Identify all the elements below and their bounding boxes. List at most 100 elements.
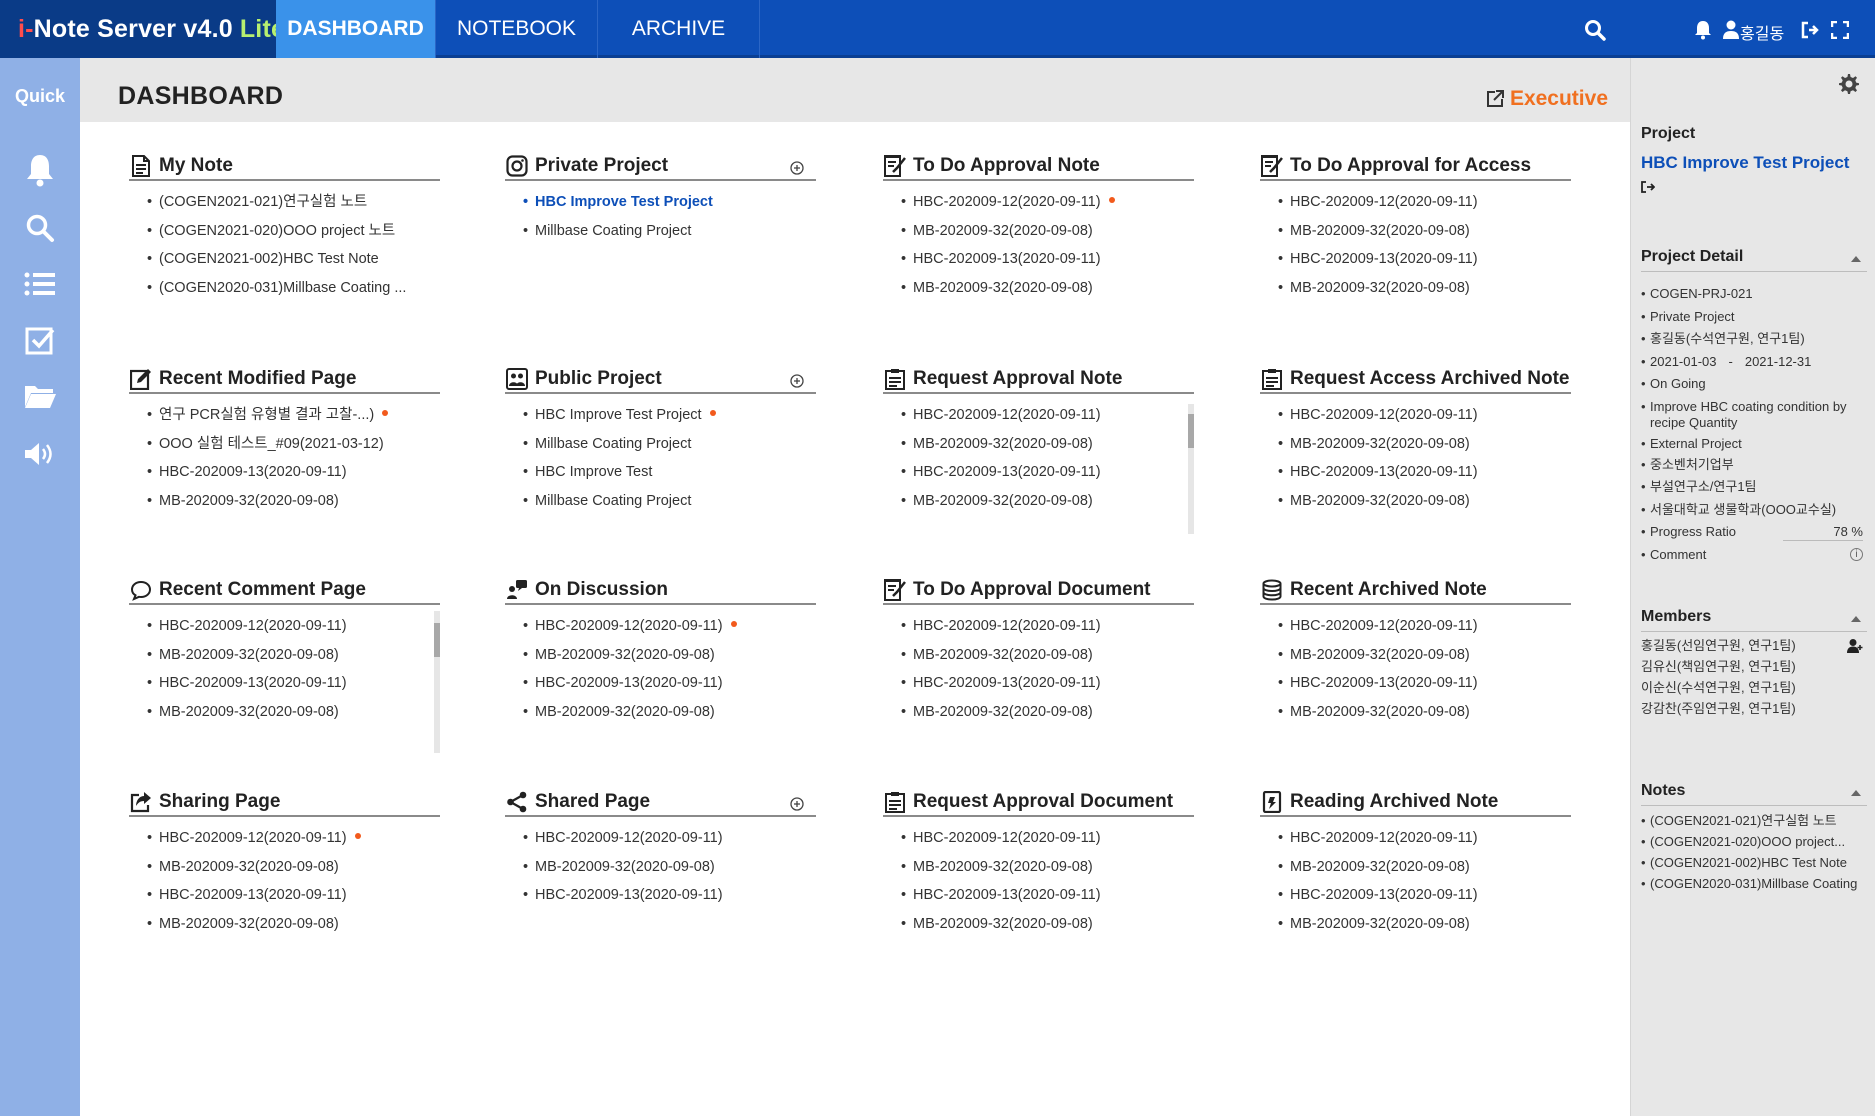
list-item[interactable]: HBC-202009-12(2020-09-11) xyxy=(523,827,816,856)
list-item[interactable]: HBC-202009-13(2020-09-11) xyxy=(901,672,1194,701)
list-item[interactable]: MB-202009-32(2020-09-08) xyxy=(523,701,816,730)
fullscreen-icon[interactable] xyxy=(1827,17,1853,43)
list-item[interactable]: MB-202009-32(2020-09-08) xyxy=(901,856,1194,885)
list-item[interactable]: (COGEN2021-021)연구실험 노트 xyxy=(147,191,440,220)
list-item[interactable]: HBC-202009-13(2020-09-11) xyxy=(523,884,816,913)
list-item[interactable]: HBC-202009-12(2020-09-11) xyxy=(1278,191,1571,220)
list-item[interactable]: HBC-202009-12(2020-09-11) xyxy=(1278,615,1571,644)
list-item[interactable]: MB-202009-32(2020-09-08) xyxy=(1278,277,1571,306)
list-item[interactable]: HBC Improve Test xyxy=(523,461,816,490)
search-icon[interactable] xyxy=(22,210,58,246)
list-item[interactable]: MB-202009-32(2020-09-08) xyxy=(1278,644,1571,673)
list-item[interactable]: 연구 PCR실험 유형별 결과 고찰-...) xyxy=(147,404,440,433)
list-item[interactable]: MB-202009-32(2020-09-08) xyxy=(147,644,440,673)
note-item[interactable]: (COGEN2021-021)연구실험 노트 xyxy=(1641,813,1871,834)
list-item[interactable]: MB-202009-32(2020-09-08) xyxy=(523,644,816,673)
list-item[interactable]: HBC-202009-12(2020-09-11) xyxy=(147,615,440,644)
list-item[interactable]: MB-202009-32(2020-09-08) xyxy=(1278,913,1571,942)
add-project-icon[interactable] xyxy=(790,161,804,175)
executive-link[interactable]: Executive xyxy=(1486,87,1608,111)
list-item[interactable]: Millbase Coating Project xyxy=(523,433,816,462)
list-item[interactable]: HBC-202009-13(2020-09-11) xyxy=(147,672,440,701)
scrollbar[interactable] xyxy=(1188,404,1194,534)
logout-icon[interactable] xyxy=(1641,180,1655,194)
list-item[interactable]: MB-202009-32(2020-09-08) xyxy=(147,913,440,942)
list-item[interactable]: MB-202009-32(2020-09-08) xyxy=(901,644,1194,673)
note-item[interactable]: (COGEN2021-002)HBC Test Note xyxy=(1641,855,1871,876)
list-item[interactable]: HBC-202009-13(2020-09-11) xyxy=(1278,672,1571,701)
list-item[interactable]: MB-202009-32(2020-09-08) xyxy=(901,433,1194,462)
collapse-caret-icon[interactable] xyxy=(1851,616,1861,622)
member-item[interactable]: 이순신(수석연구원, 연구1팀) xyxy=(1641,680,1871,701)
list-item[interactable]: HBC-202009-12(2020-09-11) xyxy=(1278,404,1571,433)
list-item[interactable]: MB-202009-32(2020-09-08) xyxy=(147,490,440,519)
list-item[interactable]: HBC Improve Test Project xyxy=(523,404,816,433)
project-name-link[interactable]: HBC Improve Test Project xyxy=(1641,153,1849,173)
list-item[interactable]: Millbase Coating Project xyxy=(523,220,816,249)
bell-icon[interactable] xyxy=(1690,17,1716,43)
list-icon[interactable] xyxy=(22,266,58,302)
scrollbar[interactable] xyxy=(434,611,440,753)
bell-icon[interactable] xyxy=(22,152,58,188)
user-name[interactable]: 홍길동 xyxy=(1740,20,1784,44)
list-item[interactable]: HBC-202009-12(2020-09-11) xyxy=(523,615,816,644)
list-item[interactable]: HBC-202009-13(2020-09-11) xyxy=(901,248,1194,277)
list-item[interactable]: HBC-202009-13(2020-09-11) xyxy=(901,461,1194,490)
list-item-selected[interactable]: HBC Improve Test Project xyxy=(523,191,816,220)
list-item[interactable]: HBC-202009-13(2020-09-11) xyxy=(523,672,816,701)
list-item[interactable]: HBC-202009-13(2020-09-11) xyxy=(1278,461,1571,490)
member-item[interactable]: 강감찬(주임연구원, 연구1팀) xyxy=(1641,701,1871,722)
tab-dashboard[interactable]: DASHBOARD xyxy=(276,0,436,58)
list-item[interactable]: Millbase Coating Project xyxy=(523,490,816,519)
checkbox-icon[interactable] xyxy=(22,322,58,358)
collapse-caret-icon[interactable] xyxy=(1851,790,1861,796)
list-item[interactable]: HBC-202009-12(2020-09-11) xyxy=(901,191,1194,220)
list-item[interactable]: MB-202009-32(2020-09-08) xyxy=(901,913,1194,942)
list-item[interactable]: HBC-202009-12(2020-09-11) xyxy=(901,615,1194,644)
scrollbar-thumb[interactable] xyxy=(434,623,440,657)
gear-icon[interactable] xyxy=(1839,74,1859,94)
list-item[interactable]: HBC-202009-12(2020-09-11) xyxy=(147,827,440,856)
add-project-icon[interactable] xyxy=(790,374,804,388)
info-icon[interactable]: i xyxy=(1850,547,1863,561)
list-item[interactable]: MB-202009-32(2020-09-08) xyxy=(1278,490,1571,519)
list-item[interactable]: MB-202009-32(2020-09-08) xyxy=(901,490,1194,519)
list-item[interactable]: MB-202009-32(2020-09-08) xyxy=(1278,856,1571,885)
list-item[interactable]: MB-202009-32(2020-09-08) xyxy=(523,856,816,885)
scrollbar-thumb[interactable] xyxy=(1188,414,1194,448)
list-item[interactable]: OOO 실험 테스트_#09(2021-03-12) xyxy=(147,433,440,462)
list-item[interactable]: HBC-202009-12(2020-09-11) xyxy=(901,404,1194,433)
list-item[interactable]: MB-202009-32(2020-09-08) xyxy=(1278,220,1571,249)
list-item[interactable]: MB-202009-32(2020-09-08) xyxy=(1278,433,1571,462)
member-item[interactable]: 김유신(책임연구원, 연구1팀) xyxy=(1641,659,1871,680)
tab-archive[interactable]: ARCHIVE xyxy=(598,0,760,58)
tab-notebook[interactable]: NOTEBOOK xyxy=(436,0,598,58)
list-item[interactable]: HBC-202009-12(2020-09-11) xyxy=(901,827,1194,856)
list-item[interactable]: (COGEN2020-031)Millbase Coating ... xyxy=(147,277,440,306)
folder-icon[interactable] xyxy=(22,378,58,414)
app-logo[interactable]: i- Note Server v4.0 Lite xyxy=(0,0,285,58)
list-item[interactable]: MB-202009-32(2020-09-08) xyxy=(147,701,440,730)
speaker-icon[interactable] xyxy=(22,436,58,472)
list-item[interactable]: MB-202009-32(2020-09-08) xyxy=(901,701,1194,730)
list-item[interactable]: (COGEN2021-002)HBC Test Note xyxy=(147,248,440,277)
list-item[interactable]: HBC-202009-13(2020-09-11) xyxy=(147,884,440,913)
list-item[interactable]: HBC-202009-13(2020-09-11) xyxy=(1278,248,1571,277)
list-item[interactable]: HBC-202009-13(2020-09-11) xyxy=(147,461,440,490)
note-item[interactable]: (COGEN2020-031)Millbase Coating xyxy=(1641,876,1871,897)
add-share-icon[interactable] xyxy=(790,797,804,811)
collapse-caret-icon[interactable] xyxy=(1851,256,1861,262)
list-item[interactable]: HBC-202009-13(2020-09-11) xyxy=(901,884,1194,913)
add-member-icon[interactable] xyxy=(1847,638,1863,654)
list-item[interactable]: MB-202009-32(2020-09-08) xyxy=(901,277,1194,306)
logout-icon[interactable] xyxy=(1797,17,1823,43)
note-item[interactable]: (COGEN2021-020)OOO project... xyxy=(1641,834,1871,855)
list-item[interactable]: MB-202009-32(2020-09-08) xyxy=(1278,701,1571,730)
list-item[interactable]: (COGEN2021-020)OOO project 노트 xyxy=(147,220,440,249)
search-icon[interactable] xyxy=(1582,17,1608,43)
list-item[interactable]: HBC-202009-12(2020-09-11) xyxy=(1278,827,1571,856)
list-item[interactable]: MB-202009-32(2020-09-08) xyxy=(147,856,440,885)
member-item[interactable]: 홍길동(선임연구원, 연구1팀) xyxy=(1641,638,1871,659)
list-item[interactable]: MB-202009-32(2020-09-08) xyxy=(901,220,1194,249)
list-item[interactable]: HBC-202009-13(2020-09-11) xyxy=(1278,884,1571,913)
